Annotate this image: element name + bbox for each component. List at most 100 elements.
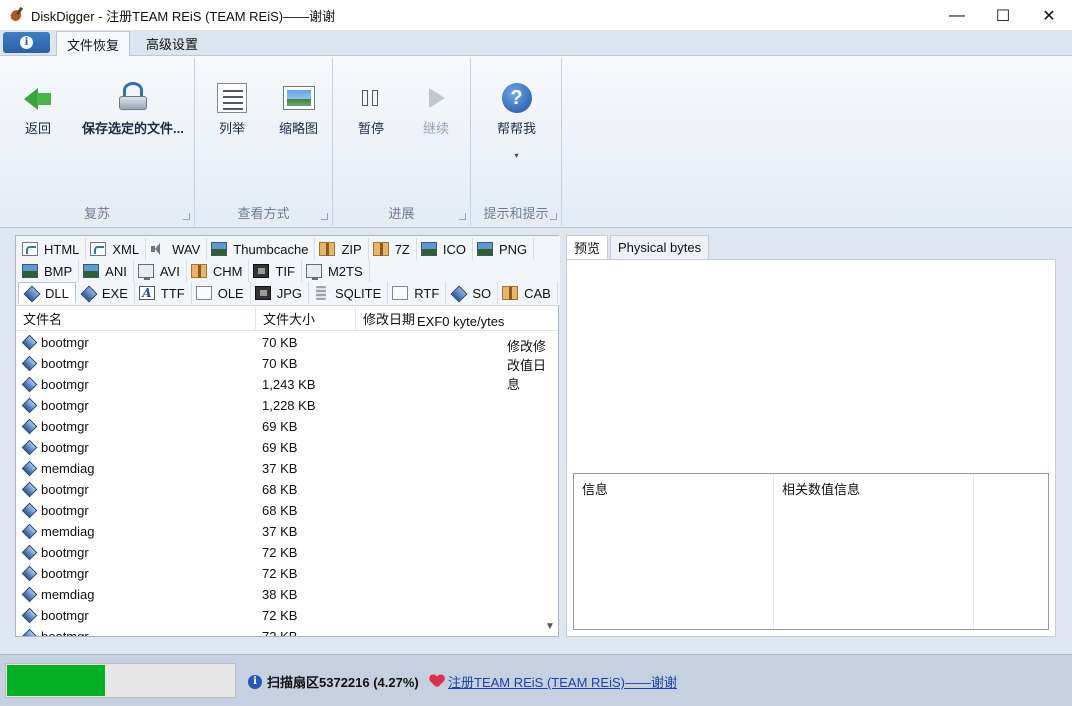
tab-wav[interactable]: WAV	[146, 238, 208, 260]
overlay-text: 修改修改值日息	[507, 336, 558, 393]
archive-icon	[319, 242, 336, 256]
tab-label: M2TS	[327, 263, 363, 279]
table-row[interactable]: bootmgr 68 KB	[16, 500, 542, 521]
table-row[interactable]: memdiag 38 KB	[16, 584, 542, 605]
file-name-cell: bootmgr	[16, 503, 256, 518]
scroll-down-icon[interactable]: ▼	[545, 621, 555, 632]
tab-so[interactable]: SO	[446, 282, 499, 304]
status-bar: i 扫描扇区5372216 (4.27%) 注册TEAM REiS (TEAM …	[0, 654, 1072, 706]
file-size-cell: 72 KB	[262, 608, 298, 623]
table-row[interactable]: memdiag 37 KB	[16, 521, 542, 542]
tab-label: HTML	[44, 241, 80, 257]
tab-file-recovery[interactable]: 文件恢复	[56, 31, 131, 56]
ribbon-group-label: 复苏	[83, 206, 110, 221]
tab-label: JPG	[276, 285, 303, 301]
table-row[interactable]: bootmgr 72 KB	[16, 605, 542, 626]
file-name: bootmgr	[41, 377, 89, 392]
thumbnail-view-button[interactable]: 缩略图	[279, 82, 318, 137]
help-button[interactable]: ? 帮帮我 ▾	[497, 82, 536, 160]
column-filename[interactable]: 文件名	[16, 306, 256, 331]
tab-sqlite[interactable]: SQLITE	[309, 282, 389, 304]
table-row[interactable]: bootmgr 69 KB	[16, 437, 542, 458]
html-icon	[22, 242, 38, 256]
executable-icon	[22, 567, 35, 580]
table-row[interactable]: bootmgr 69 KB	[16, 416, 542, 437]
document-icon	[195, 286, 212, 300]
file-size-cell: 68 KB	[262, 503, 298, 518]
file-name-cell: bootmgr	[16, 440, 256, 455]
table-row[interactable]: bootmgr 70 KB	[16, 332, 542, 353]
tab-cab[interactable]: CAB	[498, 282, 558, 304]
close-button[interactable]: ✕	[1026, 0, 1072, 31]
register-link-area[interactable]: 注册TEAM REiS (TEAM REiS)——谢谢	[430, 672, 677, 691]
ribbon-group-help: ? 帮帮我 ▾ 提示和提示	[471, 58, 562, 226]
file-size-cell: 70 KB	[262, 335, 298, 350]
register-link[interactable]: 注册TEAM REiS (TEAM REiS)——谢谢	[448, 672, 677, 691]
file-name-cell: bootmgr	[16, 608, 256, 623]
tab-png[interactable]: PNG	[473, 238, 535, 260]
app-menu-button[interactable]: i	[3, 32, 50, 53]
tab-7z[interactable]: 7Z	[369, 238, 417, 260]
tab-xml[interactable]: XML	[86, 238, 147, 260]
dialog-launcher-icon[interactable]	[183, 213, 190, 220]
tab-exe[interactable]: EXE	[76, 282, 135, 304]
app-shovel-icon[interactable]	[8, 6, 25, 23]
tab-m2ts[interactable]: M2TS	[302, 260, 370, 282]
tab-label: WAV	[172, 241, 201, 257]
window-title: DiskDigger - 注册TEAM REiS (TEAM REiS)——谢谢	[31, 8, 336, 24]
monitor-icon	[137, 264, 154, 280]
tab-chm[interactable]: CHM	[187, 260, 250, 282]
tab-ani[interactable]: ANI	[79, 260, 134, 282]
value-column-header[interactable]: 相关数值信息	[774, 474, 974, 629]
dialog-launcher-icon[interactable]	[321, 213, 328, 220]
maximize-button[interactable]: ☐	[980, 0, 1026, 31]
dialog-launcher-icon[interactable]	[459, 213, 466, 220]
executable-icon	[22, 378, 35, 391]
tab-rtf[interactable]: RTF	[388, 282, 447, 304]
tab-dll[interactable]: DLL	[18, 282, 76, 304]
table-row[interactable]: bootmgr 72 KB	[16, 626, 542, 636]
tab-ole[interactable]: OLE	[192, 282, 251, 304]
tab-zip[interactable]: ZIP	[315, 238, 369, 260]
tab-label: CHM	[212, 263, 243, 279]
info-column-header[interactable]: 信息	[574, 474, 774, 629]
minimize-button[interactable]: —	[934, 0, 980, 31]
dialog-launcher-icon[interactable]	[550, 213, 557, 220]
table-row[interactable]: bootmgr 1,228 KB	[16, 395, 542, 416]
table-row[interactable]: memdiag 37 KB	[16, 458, 542, 479]
tab-advanced-settings[interactable]: 高级设置	[136, 31, 208, 55]
back-button[interactable]: 返回	[22, 82, 54, 137]
executable-icon	[22, 483, 35, 496]
pause-button[interactable]: 暂停	[355, 82, 387, 137]
tab-html[interactable]: HTML	[18, 238, 87, 260]
chevron-down-icon[interactable]: ▾	[515, 151, 519, 160]
tab-preview[interactable]: 预览	[566, 235, 609, 260]
table-row[interactable]: bootmgr 1,243 KB	[16, 374, 542, 395]
title-bar: DiskDigger - 注册TEAM REiS (TEAM REiS)——谢谢…	[0, 0, 1072, 31]
save-disk-icon	[117, 82, 149, 114]
tab-ico[interactable]: ICO	[417, 238, 473, 260]
table-row[interactable]: bootmgr 72 KB	[16, 542, 542, 563]
file-size-cell: 37 KB	[262, 524, 298, 539]
tab-avi[interactable]: AVI	[134, 260, 187, 282]
list-view-button[interactable]: 列举	[216, 82, 248, 137]
resume-button[interactable]: 继续	[420, 82, 452, 137]
file-name: bootmgr	[41, 398, 89, 413]
tab-bmp[interactable]: BMP	[18, 260, 80, 282]
column-modified[interactable]: 修改日期	[356, 307, 416, 331]
file-size-cell: 72 KB	[256, 629, 356, 636]
tab-physical-bytes[interactable]: Physical bytes	[610, 235, 710, 260]
tab-thumbcache[interactable]: Thumbcache	[207, 238, 316, 260]
database-icon	[313, 286, 329, 300]
tab-ttf[interactable]: A TTF	[135, 282, 192, 304]
column-filesize[interactable]: 文件大小	[256, 306, 356, 331]
pause-label: 暂停	[357, 121, 384, 136]
ribbon-tab-strip: i 文件恢复 高级设置	[0, 31, 1072, 56]
tab-jpg[interactable]: JPG	[251, 282, 310, 304]
save-selected-files-button[interactable]: 保存选定的文件...	[82, 82, 184, 137]
table-row[interactable]: bootmgr 68 KB	[16, 479, 542, 500]
list-icon	[216, 82, 248, 114]
tab-tif[interactable]: TIF	[249, 260, 302, 282]
table-row[interactable]: bootmgr 72 KB	[16, 563, 542, 584]
table-row[interactable]: bootmgr 70 KB	[16, 353, 542, 374]
